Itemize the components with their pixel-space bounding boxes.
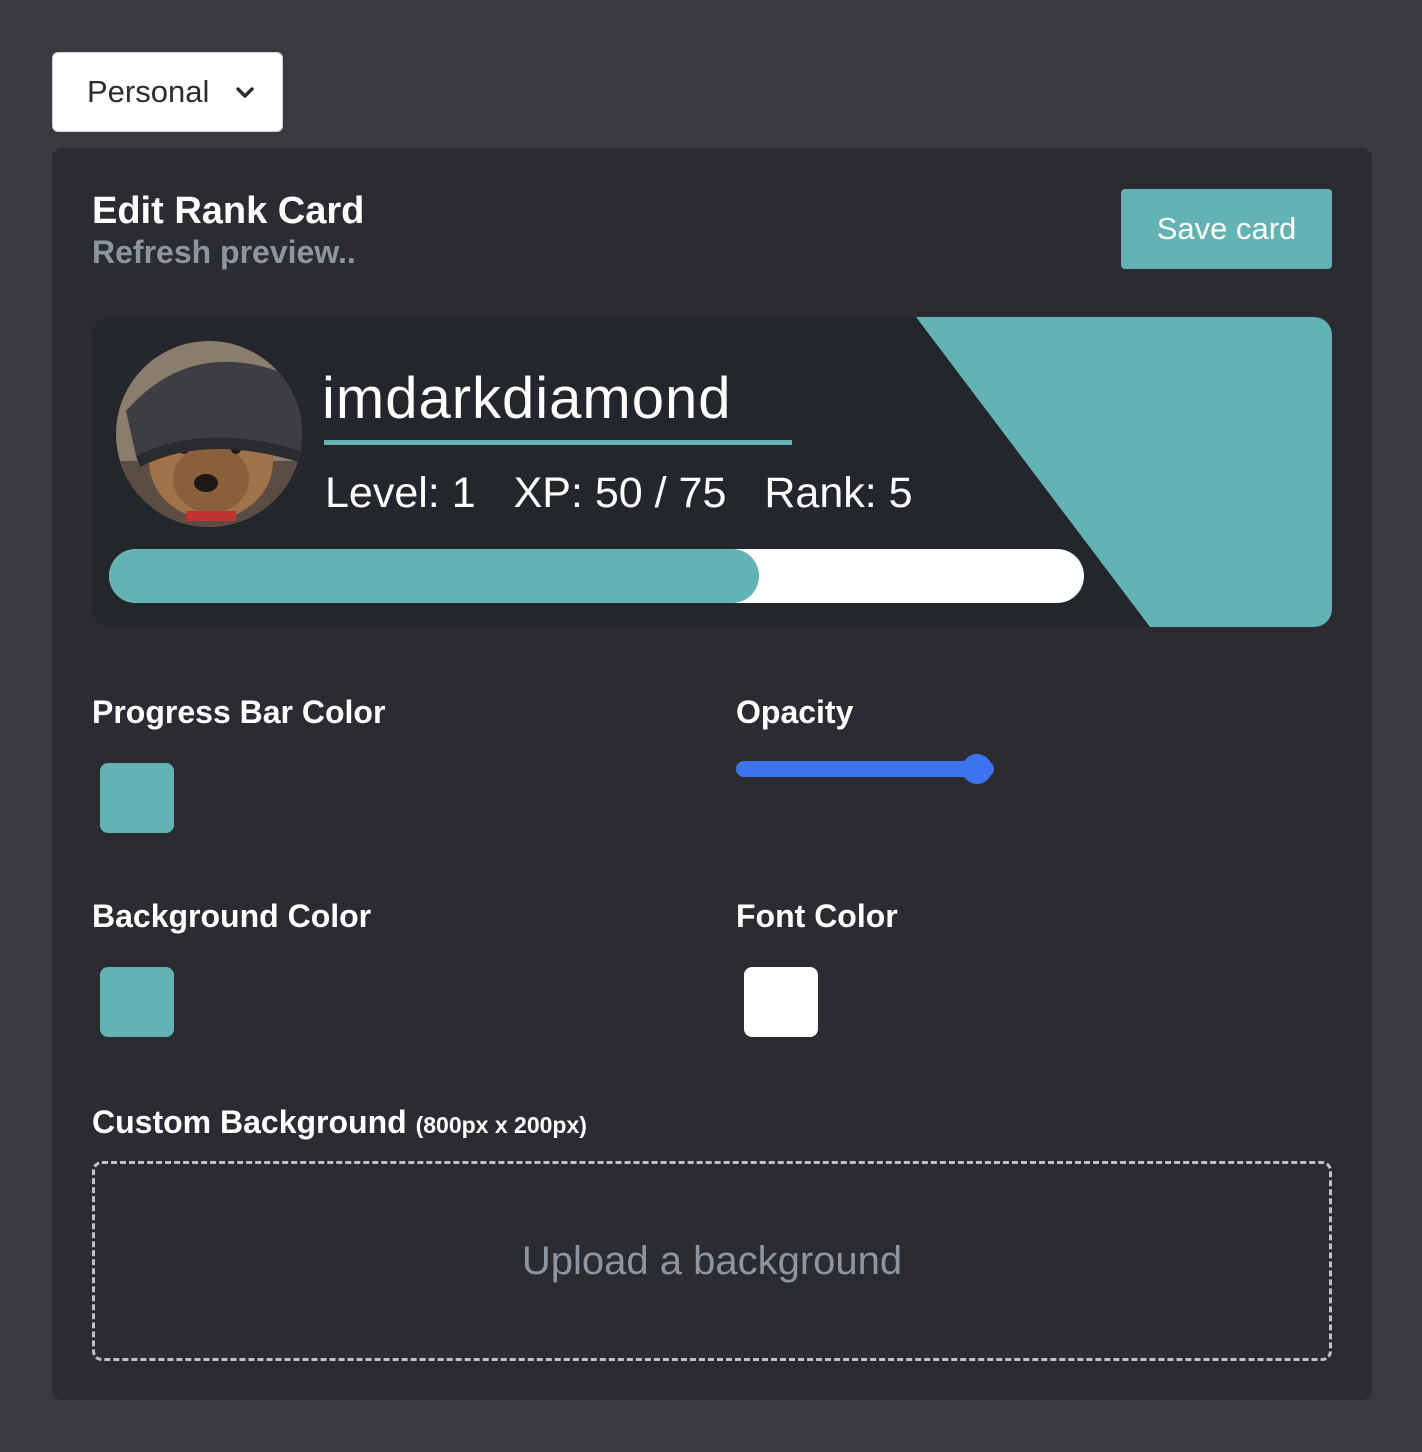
opacity-slider[interactable] (736, 754, 994, 784)
xp-progress-fill (109, 549, 759, 603)
opacity-label: Opacity (736, 694, 854, 730)
background-color-swatch[interactable] (100, 967, 174, 1037)
font-color-swatch[interactable] (744, 967, 818, 1037)
opacity-slider-thumb[interactable] (962, 754, 992, 784)
refresh-preview-link[interactable]: Refresh preview.. (92, 234, 356, 271)
opacity-slider-track (736, 761, 994, 777)
avatar (116, 341, 302, 527)
card-xp: XP: 50 / 75 (513, 469, 727, 517)
progress-bar-color-label: Progress Bar Color (92, 694, 386, 730)
chevron-down-icon (236, 87, 254, 98)
rank-card-editor: Edit Rank Card Refresh preview.. Save ca… (52, 148, 1372, 1400)
custom-background-hint: (800px x 200px) (415, 1112, 587, 1138)
card-stats: Level: 1 XP: 50 / 75 Rank: 5 (325, 469, 913, 518)
background-color-label: Background Color (92, 898, 372, 934)
custom-background-label: Custom Background (800px x 200px) (92, 1104, 587, 1141)
save-card-button[interactable]: Save card (1121, 189, 1332, 269)
card-username: imdarkdiamond (322, 366, 732, 431)
username-underline (324, 440, 792, 445)
server-select-value: Personal (87, 74, 210, 109)
card-level: Level: 1 (325, 469, 476, 517)
upload-background-dropzone[interactable]: Upload a background (92, 1161, 1332, 1361)
card-rank: Rank: 5 (764, 469, 913, 517)
server-select[interactable]: Personal (52, 52, 283, 132)
custom-background-title: Custom Background (92, 1104, 407, 1140)
upload-background-label: Upload a background (521, 1238, 903, 1283)
page-title: Edit Rank Card (92, 190, 365, 232)
rank-card-preview: imdarkdiamond Level: 1 XP: 50 / 75 Rank:… (92, 317, 1332, 627)
font-color-label: Font Color (736, 898, 898, 934)
xp-progress-bar (109, 549, 1084, 603)
progress-bar-color-swatch[interactable] (100, 763, 174, 833)
